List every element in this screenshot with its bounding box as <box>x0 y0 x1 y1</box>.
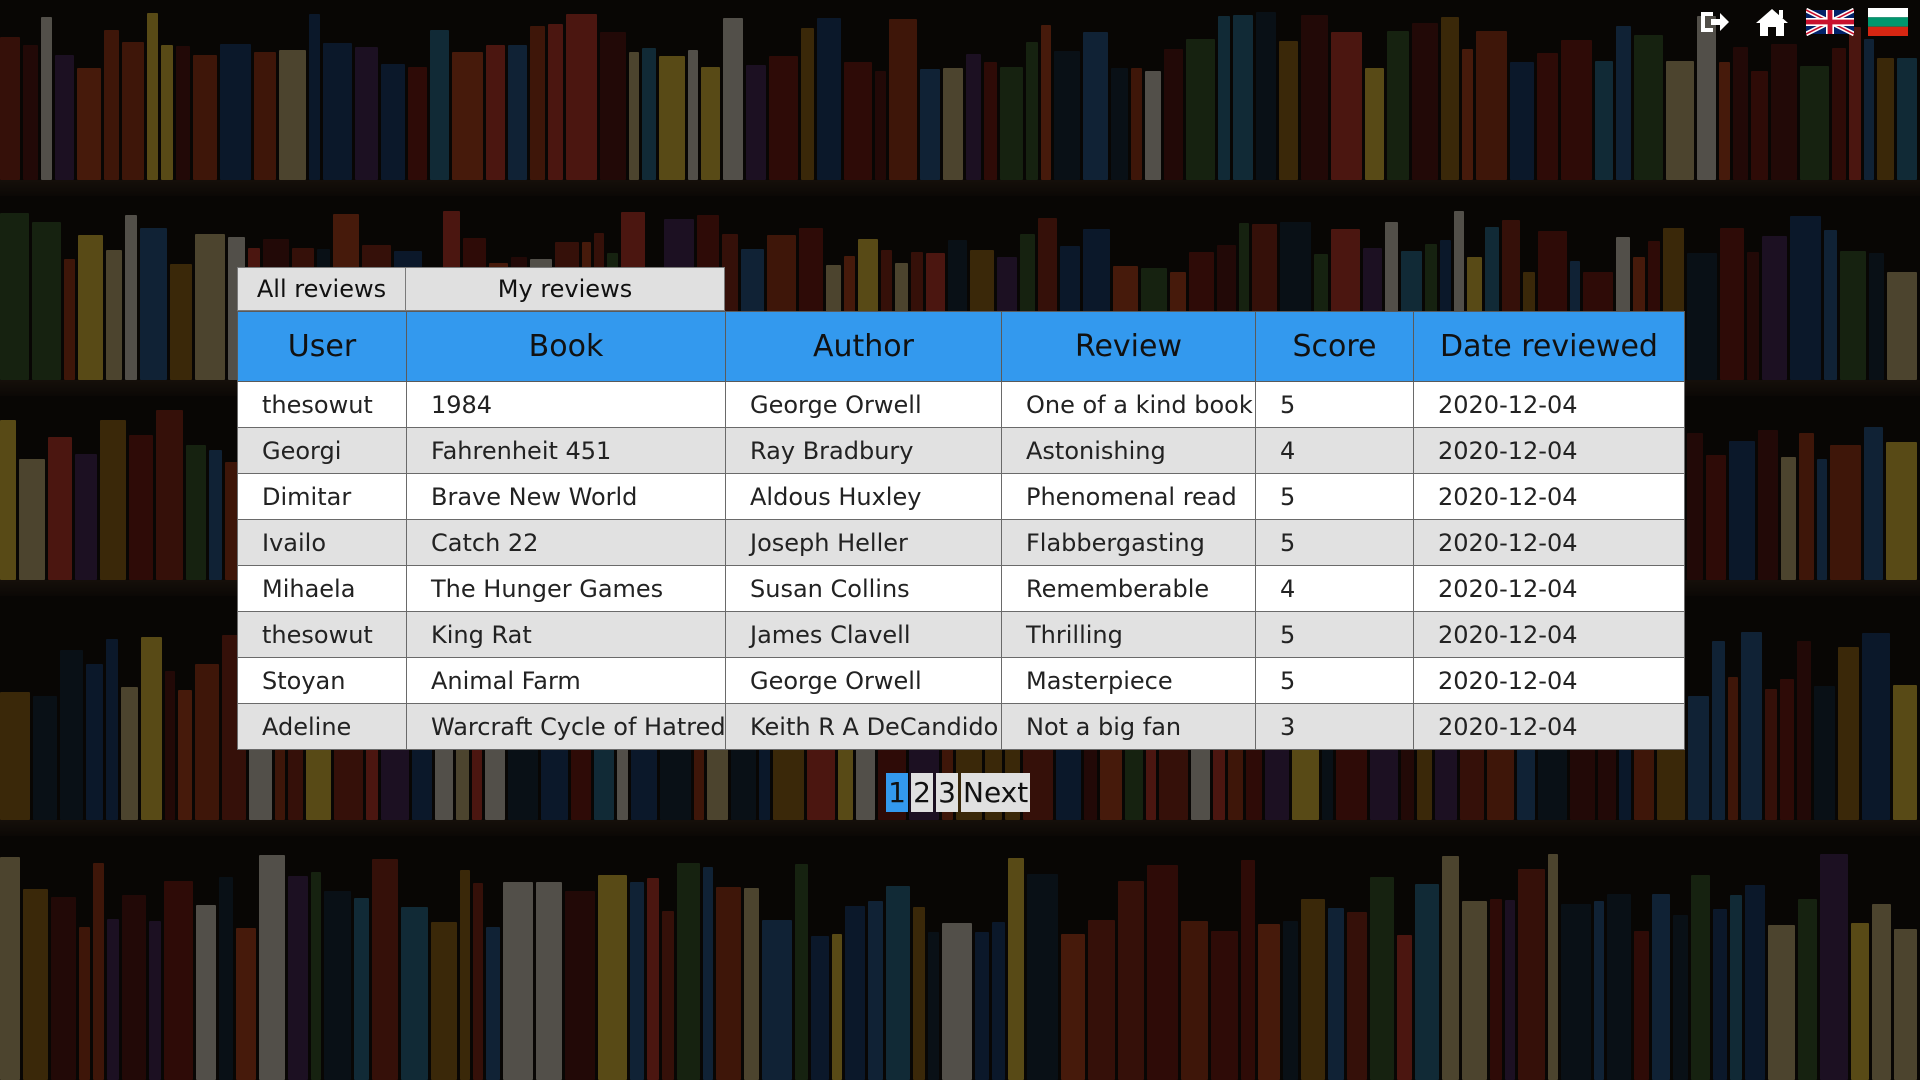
cell-author: George Orwell <box>725 657 1002 704</box>
column-header-score[interactable]: Score <box>1255 311 1414 382</box>
cell-review: Thrilling <box>1001 611 1256 658</box>
table-row: Georgi Fahrenheit 451 Ray Bradbury Astonish… <box>237 427 1685 474</box>
cell-score: 4 <box>1255 427 1414 474</box>
home-icon[interactable] <box>1748 6 1796 38</box>
cell-review: Flabbergasting <box>1001 519 1256 566</box>
table-row: thesowut King Rat James Clavell Thrilling 5 2… <box>237 611 1685 658</box>
cell-user: Adeline <box>237 703 407 750</box>
cell-author: Susan Collins <box>725 565 1002 612</box>
cell-review: Rememberable <box>1001 565 1256 612</box>
cell-date-reviewed: 2020-12-04 <box>1413 565 1685 612</box>
cell-author: George Orwell <box>725 381 1002 428</box>
cell-review: Not a big fan <box>1001 703 1256 750</box>
cell-author: Ray Bradbury <box>725 427 1002 474</box>
page-1-button[interactable]: 1 <box>886 773 908 812</box>
cell-book: Catch 22 <box>406 519 726 566</box>
reviews-panel: All reviews My reviews User Book Author … <box>237 267 1685 750</box>
cell-date-reviewed: 2020-12-04 <box>1413 703 1685 750</box>
table-row: Ivailo Catch 22 Joseph Heller Flabbergastin… <box>237 519 1685 566</box>
cell-book: 1984 <box>406 381 726 428</box>
top-right-toolbar <box>1690 6 1912 38</box>
cell-book: Fahrenheit 451 <box>406 427 726 474</box>
cell-author: Joseph Heller <box>725 519 1002 566</box>
cell-user: Ivailo <box>237 519 407 566</box>
cell-date-reviewed: 2020-12-04 <box>1413 381 1685 428</box>
cell-date-reviewed: 2020-12-04 <box>1413 657 1685 704</box>
column-header-review[interactable]: Review <box>1001 311 1256 382</box>
cell-date-reviewed: 2020-12-04 <box>1413 519 1685 566</box>
table-row: thesowut 1984 George Orwell One of a kind b… <box>237 381 1685 428</box>
cell-score: 5 <box>1255 381 1414 428</box>
cell-date-reviewed: 2020-12-04 <box>1413 427 1685 474</box>
table-header-row: User Book Author Review Score Date revie… <box>237 311 1685 382</box>
tab-my-reviews[interactable]: My reviews <box>406 267 725 311</box>
table-row: Adeline Warcraft Cycle of Hatred Keith R A… <box>237 703 1685 750</box>
cell-score: 5 <box>1255 519 1414 566</box>
cell-user: thesowut <box>237 381 407 428</box>
cell-book: Brave New World <box>406 473 726 520</box>
column-header-user[interactable]: User <box>237 311 407 382</box>
column-header-author[interactable]: Author <box>725 311 1002 382</box>
table-row: Dimitar Brave New World Aldous Huxley Pheno… <box>237 473 1685 520</box>
pagination: 1 2 3 Next <box>886 773 1031 812</box>
logout-icon[interactable] <box>1690 6 1738 38</box>
bulgaria-flag-icon[interactable] <box>1864 6 1912 38</box>
page-2-button[interactable]: 2 <box>911 773 933 812</box>
table-row: Mihaela The Hunger Games Susan Collins Reme… <box>237 565 1685 612</box>
cell-book: Warcraft Cycle of Hatred <box>406 703 726 750</box>
cell-score: 5 <box>1255 657 1414 704</box>
cell-author: Aldous Huxley <box>725 473 1002 520</box>
cell-book: Animal Farm <box>406 657 726 704</box>
tab-all-reviews[interactable]: All reviews <box>237 267 406 311</box>
cell-user: Georgi <box>237 427 407 474</box>
cell-user: Mihaela <box>237 565 407 612</box>
cell-score: 5 <box>1255 473 1414 520</box>
cell-review: Astonishing <box>1001 427 1256 474</box>
reviews-table-body: thesowut 1984 George Orwell One of a kind b… <box>237 381 1685 750</box>
column-header-book[interactable]: Book <box>406 311 726 382</box>
cell-author: Keith R A DeCandido <box>725 703 1002 750</box>
cell-book: The Hunger Games <box>406 565 726 612</box>
table-row: Stoyan Animal Farm George Orwell Masterpiec… <box>237 657 1685 704</box>
cell-score: 3 <box>1255 703 1414 750</box>
cell-date-reviewed: 2020-12-04 <box>1413 611 1685 658</box>
reviews-table: User Book Author Review Score Date revie… <box>237 311 1685 750</box>
cell-review: Masterpiece <box>1001 657 1256 704</box>
cell-book: King Rat <box>406 611 726 658</box>
cell-review: Phenomenal read <box>1001 473 1256 520</box>
cell-user: Dimitar <box>237 473 407 520</box>
next-page-button[interactable]: Next <box>961 773 1031 812</box>
uk-flag-icon[interactable] <box>1806 6 1854 38</box>
cell-score: 5 <box>1255 611 1414 658</box>
cell-author: James Clavell <box>725 611 1002 658</box>
review-tabs: All reviews My reviews <box>237 267 1684 311</box>
page-3-button[interactable]: 3 <box>936 773 958 812</box>
cell-date-reviewed: 2020-12-04 <box>1413 473 1685 520</box>
cell-user: thesowut <box>237 611 407 658</box>
cell-user: Stoyan <box>237 657 407 704</box>
cell-review: One of a kind book <box>1001 381 1256 428</box>
column-header-date-reviewed[interactable]: Date reviewed <box>1413 311 1685 382</box>
cell-score: 4 <box>1255 565 1414 612</box>
